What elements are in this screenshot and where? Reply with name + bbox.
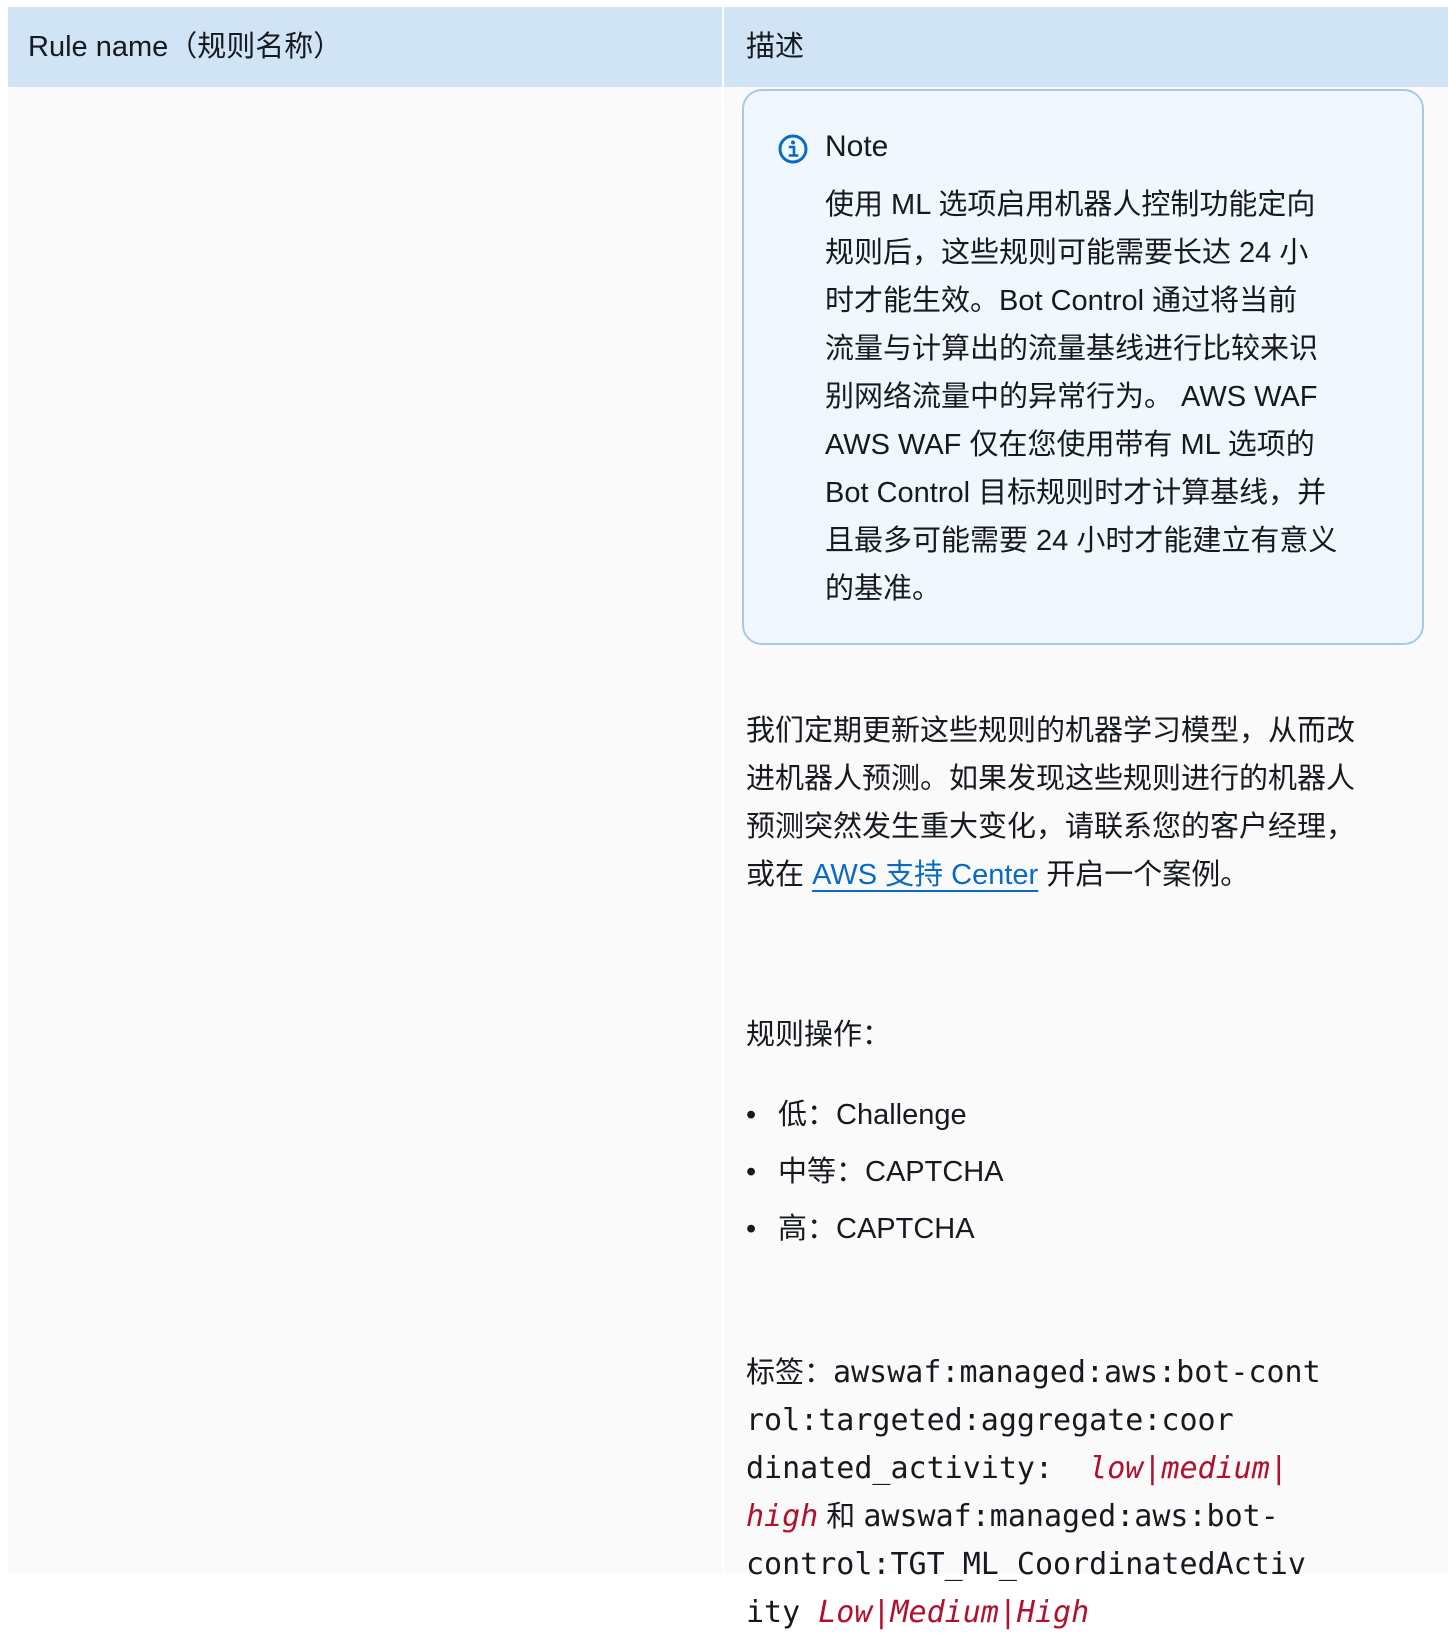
rule-name-cell bbox=[8, 87, 724, 1573]
label-variable: low|medium| bbox=[1089, 1451, 1288, 1486]
labels-paragraph: 标签：awswaf:managed:aws:bot-cont rol:targe… bbox=[746, 1349, 1386, 1637]
note-body: 使用 ML 选项启用机器人控制功能定向 规则后，这些规则可能需要长达 24 小 … bbox=[825, 181, 1395, 613]
label-variable: Low|Medium|High bbox=[818, 1595, 1090, 1630]
labels-line: high 和 awswaf:managed:aws:bot- bbox=[746, 1493, 1386, 1541]
label-name: dinated_activity: bbox=[746, 1451, 1090, 1486]
note-line: 规则后，这些规则可能需要长达 24 小 bbox=[825, 237, 1309, 269]
label-name: awswaf:managed:aws:bot- bbox=[863, 1499, 1279, 1534]
labels-prefix: 标签： bbox=[746, 1357, 834, 1389]
note-line: 使用 ML 选项启用机器人控制功能定向 bbox=[825, 189, 1316, 221]
bullet: • bbox=[746, 1156, 757, 1188]
note-line: 别网络流量中的异常行为。 AWS WAF bbox=[825, 381, 1318, 413]
note-title: Note bbox=[825, 130, 889, 163]
note-line: 且最多可能需要 24 小时才能建立有意义 bbox=[825, 525, 1338, 557]
labels-line: ity Low|Medium|High bbox=[746, 1589, 1386, 1637]
label-name: rol:targeted:aggregate:coor bbox=[746, 1403, 1234, 1438]
note-line: 流量与计算出的流量基线进行比较来识 bbox=[825, 333, 1319, 365]
label-name: awswaf:managed:aws:bot-cont bbox=[833, 1355, 1321, 1390]
paragraph-line: 或在 AWS 支持 Center 开启一个案例。 bbox=[746, 851, 1426, 899]
info-icon bbox=[778, 134, 808, 164]
bullet: • bbox=[746, 1213, 757, 1245]
note-line: AWS WAF 仅在您使用带有 ML 选项的 bbox=[825, 429, 1315, 461]
note-line: 的基准。 bbox=[825, 573, 942, 605]
label-variable: high bbox=[746, 1499, 819, 1534]
description-cell: Note 使用 ML 选项启用机器人控制功能定向 规则后，这些规则可能需要长达 … bbox=[724, 87, 1448, 1630]
paragraph-text: 开启一个案例。 bbox=[1038, 859, 1250, 891]
model-update-paragraph: 我们定期更新这些规则的机器学习模型，从而改 进机器人预测。如果发现这些规则进行的… bbox=[746, 707, 1426, 899]
note-line: 时才能生效。Bot Control 通过将当前 bbox=[825, 285, 1298, 317]
labels-line: 标签：awswaf:managed:aws:bot-cont bbox=[746, 1349, 1386, 1397]
action-label: 中等：CAPTCHA bbox=[778, 1156, 1004, 1188]
note-callout: Note 使用 ML 选项启用机器人控制功能定向 规则后，这些规则可能需要长达 … bbox=[742, 89, 1424, 645]
support-center-link[interactable]: AWS 支持 Center bbox=[812, 859, 1038, 891]
bullet: • bbox=[746, 1099, 757, 1131]
list-item: • 中等：CAPTCHA bbox=[746, 1148, 1004, 1205]
action-label: 高：CAPTCHA bbox=[778, 1213, 975, 1245]
note-line: Bot Control 目标规则时才计算基线，并 bbox=[825, 477, 1327, 509]
label-name: ity bbox=[746, 1595, 819, 1630]
label-name: control:TGT_ML_CoordinatedActiv bbox=[746, 1547, 1306, 1582]
labels-joiner: 和 bbox=[818, 1501, 864, 1533]
list-item: • 高：CAPTCHA bbox=[746, 1205, 1004, 1262]
paragraph-text: 或在 bbox=[746, 859, 813, 891]
labels-line: dinated_activity: low|medium| bbox=[746, 1445, 1386, 1493]
rule-actions-list: • 低：Challenge • 中等：CAPTCHA • 高：CAPTCHA bbox=[746, 1091, 1004, 1262]
action-label: 低：Challenge bbox=[778, 1099, 967, 1131]
paragraph-line: 预测突然发生重大变化，请联系您的客户经理， bbox=[746, 811, 1356, 843]
paragraph-line: 进机器人预测。如果发现这些规则进行的机器人 bbox=[746, 763, 1356, 795]
rule-actions-heading: 规则操作： bbox=[746, 1019, 892, 1051]
paragraph-line: 我们定期更新这些规则的机器学习模型，从而改 bbox=[746, 715, 1356, 747]
column-header-description: 描述 bbox=[724, 7, 1448, 87]
list-item: • 低：Challenge bbox=[746, 1091, 1004, 1148]
column-header-rule-name: Rule name（规则名称） bbox=[8, 7, 724, 87]
rules-table: Rule name（规则名称） 描述 Note 使用 ML 选项启用机器人控制功… bbox=[8, 7, 1448, 1630]
